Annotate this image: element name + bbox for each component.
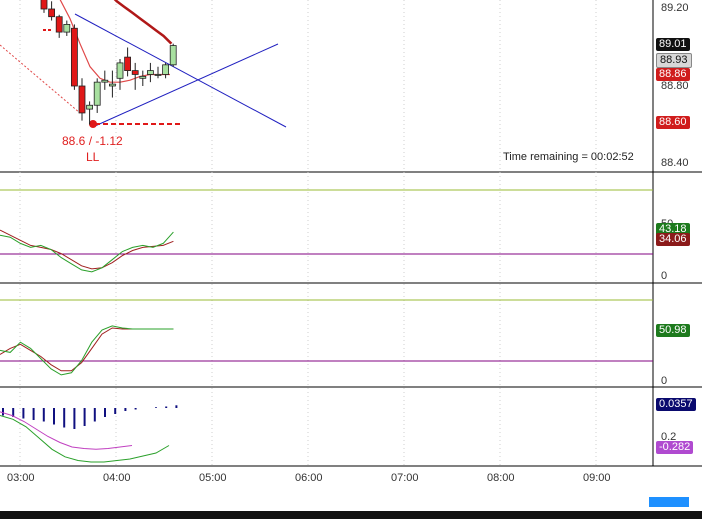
candlesticks[interactable] xyxy=(40,0,177,125)
time-tick: 04:00 xyxy=(103,472,131,484)
time-remaining-label: Time remaining = 00:02:52 xyxy=(503,151,634,163)
oscillator-1 xyxy=(0,229,174,273)
price-tick: 89.20 xyxy=(661,2,689,14)
time-gridlines xyxy=(19,0,597,466)
oscillator-2 xyxy=(0,325,174,376)
price-tag-ma: 88.86 xyxy=(656,68,690,81)
macd-oscillator xyxy=(0,405,178,463)
ll-annotation-value: 88.6 / -1.12 xyxy=(62,134,123,148)
macd-signal-purple-line xyxy=(0,411,133,450)
macd-tag-value: 0.0357 xyxy=(656,398,696,411)
osc1-tick-0: 0 xyxy=(661,270,668,282)
time-tick: 03:00 xyxy=(7,472,35,484)
osc1-green-line xyxy=(0,231,174,273)
candle-body xyxy=(48,8,55,18)
candle-body xyxy=(116,62,124,79)
osc2-red-line xyxy=(0,327,174,372)
price-tick: 88.80 xyxy=(661,80,689,92)
price-tag-bid: 88.93 xyxy=(656,53,692,68)
triangle-lower-trendline[interactable] xyxy=(94,43,279,127)
chart-canvas[interactable] xyxy=(0,0,702,519)
horizontal-scroll-thumb[interactable] xyxy=(649,497,689,507)
osc2-tag: 50.98 xyxy=(656,324,690,337)
candle-body xyxy=(169,45,177,66)
time-tick: 05:00 xyxy=(199,472,227,484)
triangle-upper-trendline[interactable] xyxy=(74,13,287,128)
osc2-tick-0: 0 xyxy=(661,375,668,387)
candle-body xyxy=(71,27,78,87)
candle-body xyxy=(124,56,131,72)
window-bottom-edge xyxy=(0,511,702,519)
osc1-red-line xyxy=(0,229,174,270)
time-tick: 08:00 xyxy=(487,472,515,484)
ma-dark-line xyxy=(113,0,173,45)
candle-body xyxy=(139,75,147,79)
candle-body xyxy=(101,79,109,83)
candle-body xyxy=(63,23,71,33)
candle-body xyxy=(93,81,101,106)
candle-body xyxy=(55,16,63,33)
time-tick: 06:00 xyxy=(295,472,323,484)
time-tick: 07:00 xyxy=(391,472,419,484)
osc1-tag-red: 34.06 xyxy=(656,233,690,246)
candle-body xyxy=(40,0,48,10)
macd-tag-signal: -0.282 xyxy=(656,441,694,454)
candle-body xyxy=(146,70,154,75)
ll-marker-dot[interactable] xyxy=(89,120,97,128)
price-tick: 88.40 xyxy=(661,157,689,169)
candle-body xyxy=(86,104,93,110)
ll-annotation-label: LL xyxy=(86,150,100,164)
candle-body xyxy=(78,85,86,114)
candle-body xyxy=(131,70,139,75)
candle-body xyxy=(154,74,162,76)
candle-body xyxy=(162,64,170,75)
time-tick: 09:00 xyxy=(583,472,611,484)
price-tag-last: 89.01 xyxy=(656,38,690,51)
candle-body xyxy=(109,83,116,87)
osc2-green-line xyxy=(0,325,174,376)
price-tag-ll: 88.60 xyxy=(656,116,690,129)
trading-chart[interactable]: 89.20 88.80 88.40 89.01 88.93 88.86 88.6… xyxy=(0,0,702,519)
projection-dotted-line xyxy=(0,44,81,114)
